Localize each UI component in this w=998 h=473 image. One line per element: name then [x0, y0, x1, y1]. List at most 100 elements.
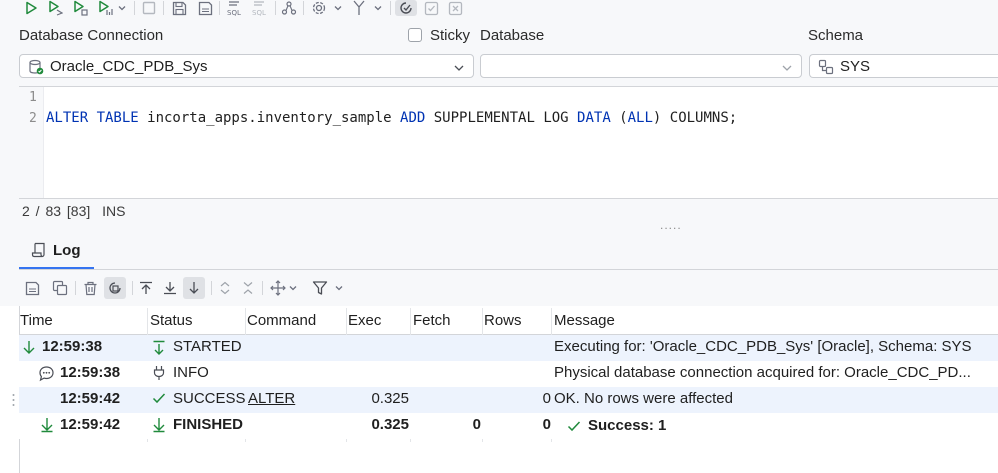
splitter-handle[interactable]: .....	[660, 218, 682, 232]
schema-label: Schema	[808, 27, 864, 44]
column-header-time[interactable]: Time	[20, 312, 53, 329]
arrow-down-icon	[40, 417, 54, 437]
autoscroll-icon[interactable]	[183, 277, 205, 299]
insert-mode: INS	[102, 203, 126, 219]
arrow-down-icon	[22, 340, 36, 360]
cell-message: OK. No rows were affected	[554, 390, 733, 407]
chevron-down-icon[interactable]	[116, 0, 128, 16]
tab-log-label: Log	[53, 242, 81, 259]
cell-fetch: 0	[472, 416, 481, 433]
run-script-icon[interactable]	[71, 0, 89, 16]
plan-icon[interactable]	[280, 0, 298, 16]
cell-message: Physical database connection acquired fo…	[554, 364, 971, 381]
line-number: 2	[29, 111, 37, 126]
move-icon[interactable]	[268, 278, 288, 298]
unformat-sql-icon[interactable]: SQL	[250, 0, 270, 16]
collapse-icon[interactable]	[239, 278, 257, 298]
sql-text: SUPPLEMENTAL LOG	[425, 110, 578, 126]
cell-message: Success: 1	[588, 417, 667, 434]
code-line[interactable]: ALTER TABLE incorta_apps.inventory_sampl…	[46, 110, 737, 126]
schema-dropdown[interactable]: SYS	[809, 54, 998, 78]
database-connection-icon	[28, 59, 44, 79]
format-sql-icon[interactable]: SQL	[225, 0, 245, 16]
column-header-rows[interactable]: Rows	[484, 312, 522, 329]
run-icon[interactable]	[22, 0, 40, 16]
svg-text:SQL: SQL	[227, 9, 241, 16]
filter-icon[interactable]	[310, 278, 330, 298]
settings-icon[interactable]	[310, 0, 328, 16]
sql-text: ) COLUMNS;	[652, 110, 738, 126]
check-icon	[152, 391, 166, 409]
scroll-top-icon[interactable]	[136, 278, 156, 298]
copy-icon[interactable]	[50, 278, 70, 298]
log-icon	[31, 242, 47, 262]
cell-status: FINISHED	[173, 416, 244, 433]
column-header-exec[interactable]: Exec	[348, 312, 381, 329]
filter-log-icon[interactable]	[104, 277, 126, 299]
arrow-down-icon	[152, 340, 166, 360]
chevron-down-icon[interactable]	[333, 280, 345, 296]
sql-keyword: ADD	[400, 110, 426, 126]
sql-text: (	[610, 110, 628, 126]
cell-status: STARTED	[173, 338, 242, 355]
cell-time: 12:59:38	[42, 338, 103, 355]
schema-icon	[818, 59, 834, 79]
sql-keyword: ALTER TABLE	[46, 110, 139, 126]
sql-editor[interactable]: 1 2 ALTER TABLE incorta_apps.inventory_s…	[19, 86, 998, 199]
run-statement-icon[interactable]	[46, 0, 64, 16]
cell-rows: 0	[542, 416, 551, 433]
sticky-label: Sticky	[430, 27, 471, 44]
chevron-down-icon[interactable]	[372, 0, 384, 16]
explain-plan-icon[interactable]	[96, 0, 114, 16]
cell-command-link[interactable]: ALTER	[248, 390, 295, 407]
editor-status-bar: 2 / 83 [83] INS	[22, 203, 126, 219]
connection-value: Oracle_CDC_PDB_Sys	[50, 58, 208, 75]
commit-icon[interactable]	[422, 0, 440, 16]
sql-keyword: DATA	[577, 110, 611, 126]
chevron-down-icon[interactable]	[287, 280, 299, 296]
save-as-icon[interactable]	[196, 0, 214, 16]
chevron-down-icon[interactable]	[332, 0, 344, 16]
scroll-bottom-icon[interactable]	[160, 278, 180, 298]
chevron-down-icon	[453, 61, 465, 78]
chevron-down-icon	[781, 61, 793, 78]
column-header-status[interactable]: Status	[150, 312, 193, 329]
column-header-fetch[interactable]: Fetch	[413, 312, 451, 329]
sql-text: incorta_apps.inventory_sample	[138, 110, 401, 126]
expand-icon[interactable]	[216, 278, 234, 298]
cursor-position: 2 / 83	[22, 203, 62, 219]
save-icon[interactable]	[170, 0, 188, 16]
cell-exec: 0.325	[371, 390, 409, 407]
side-splitter-handle[interactable]	[12, 393, 15, 407]
schema-value: SYS	[840, 58, 871, 75]
cell-time: 12:59:42	[60, 416, 121, 433]
cell-time: 12:59:42	[60, 390, 121, 407]
stop-icon[interactable]	[140, 0, 158, 16]
cell-status: INFO	[173, 364, 209, 381]
column-header-command[interactable]: Command	[247, 312, 316, 329]
line-number: 1	[29, 90, 37, 105]
column-header-message[interactable]: Message	[554, 312, 615, 329]
sql-keyword: ALL	[627, 110, 653, 126]
cell-time: 12:59:38	[60, 364, 121, 381]
plug-icon	[152, 365, 166, 385]
line-number-gutter: 1 2	[19, 87, 44, 198]
cell-message: Executing for: 'Oracle_CDC_PDB_Sys' [Ora…	[554, 338, 972, 355]
database-dropdown[interactable]	[480, 54, 802, 78]
connection-dropdown[interactable]: Oracle_CDC_PDB_Sys	[19, 54, 474, 78]
database-label: Database	[480, 27, 545, 44]
database-connection-label: Database Connection	[19, 27, 164, 44]
auto-commit-icon[interactable]	[395, 0, 417, 16]
rollback-icon[interactable]	[446, 0, 464, 16]
save-icon[interactable]	[22, 278, 42, 298]
tab-log[interactable]: Log	[19, 238, 94, 269]
check-icon	[567, 419, 581, 437]
sticky-checkbox[interactable]	[408, 28, 422, 42]
cell-exec: 0.325	[371, 416, 409, 433]
arrow-down-icon	[152, 417, 166, 437]
cell-status: SUCCESS	[173, 390, 246, 407]
cell-rows: 0	[542, 390, 551, 407]
transaction-icon[interactable]	[350, 0, 368, 16]
delete-icon[interactable]	[80, 278, 100, 298]
svg-text:SQL: SQL	[252, 9, 266, 16]
